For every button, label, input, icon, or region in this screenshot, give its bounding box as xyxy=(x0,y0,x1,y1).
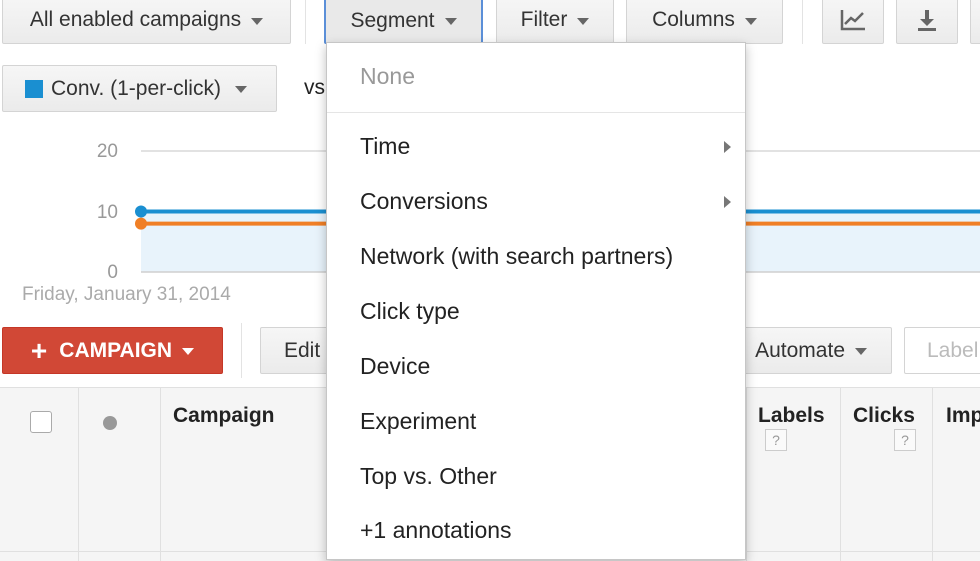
action-divider xyxy=(241,323,242,378)
chevron-right-icon xyxy=(724,140,731,153)
labels-column-header[interactable]: Labels xyxy=(758,404,825,428)
menu-divider xyxy=(327,112,745,113)
menu-item-label: Conversions xyxy=(360,188,488,214)
segment-menu: None Time Conversions Network (with sear… xyxy=(326,42,746,560)
chart-data-point[interactable] xyxy=(135,217,147,230)
chevron-down-icon xyxy=(577,17,590,25)
vs-label: vs xyxy=(304,76,325,99)
segment-menu-item-top-vs-other[interactable]: Top vs. Other xyxy=(327,449,745,504)
chevron-down-icon xyxy=(251,17,264,25)
menu-item-label: Click type xyxy=(360,298,460,324)
menu-item-label: Experiment xyxy=(360,408,477,434)
filter-label: Filter xyxy=(520,8,568,31)
column-divider xyxy=(932,387,933,561)
impressions-column-header[interactable]: Imp xyxy=(946,404,980,428)
chevron-right-icon xyxy=(724,195,731,208)
column-divider xyxy=(746,387,747,561)
chart-date-label: Friday, January 31, 2014 xyxy=(22,284,231,305)
segment-menu-item-device[interactable]: Device xyxy=(327,339,745,394)
column-divider xyxy=(78,387,79,561)
chevron-down-icon xyxy=(182,348,195,355)
toolbar-divider xyxy=(802,0,803,44)
menu-item-label: +1 annotations xyxy=(360,517,512,543)
column-divider xyxy=(160,387,161,561)
chart-toggle-button[interactable] xyxy=(822,0,884,44)
line-chart-icon xyxy=(840,10,865,31)
chart-data-point[interactable] xyxy=(135,205,147,218)
chevron-down-icon xyxy=(855,348,867,355)
menu-item-label: Top vs. Other xyxy=(360,463,497,489)
columns-label: Columns xyxy=(652,8,735,31)
select-all-checkbox[interactable] xyxy=(30,411,52,433)
plus-icon: + xyxy=(30,334,48,366)
automate-label: Automate xyxy=(755,338,845,362)
menu-item-label: Time xyxy=(360,133,411,159)
more-toolbar-button[interactable] xyxy=(970,0,980,44)
segment-menu-none[interactable]: None xyxy=(360,63,415,90)
segment-menu-item-network[interactable]: Network (with search partners) xyxy=(327,229,745,284)
metric-color-swatch xyxy=(25,79,43,98)
download-icon xyxy=(918,10,936,31)
chart-metric-dropdown[interactable]: Conv. (1-per-click) xyxy=(2,65,277,112)
add-campaign-button[interactable]: + CAMPAIGN xyxy=(2,327,223,374)
segment-menu-item-time[interactable]: Time xyxy=(327,119,745,174)
segment-menu-item-click-type[interactable]: Click type xyxy=(327,284,745,339)
chart-metric-label: Conv. (1-per-click) xyxy=(51,76,221,100)
segment-menu-item-conversions[interactable]: Conversions xyxy=(327,174,745,229)
edit-label: Edit xyxy=(284,338,321,362)
menu-item-label: Device xyxy=(360,353,431,379)
clicks-column-header[interactable]: Clicks xyxy=(853,404,915,428)
status-dot-icon xyxy=(103,416,117,430)
help-icon[interactable]: ? xyxy=(894,429,916,451)
labels-button[interactable]: Label xyxy=(904,327,980,374)
column-divider xyxy=(840,387,841,561)
segment-label: Segment xyxy=(350,8,435,32)
chevron-down-icon xyxy=(444,18,457,25)
chevron-down-icon xyxy=(234,86,247,93)
toolbar-divider xyxy=(305,0,306,44)
campaign-column-header[interactable]: Campaign xyxy=(173,404,275,428)
filter-button[interactable]: Filter xyxy=(496,0,614,44)
campaign-filter-label: All enabled campaigns xyxy=(29,8,242,31)
add-campaign-label: CAMPAIGN xyxy=(59,338,173,362)
segment-menu-item-experiment[interactable]: Experiment xyxy=(327,394,745,449)
segment-button[interactable]: Segment xyxy=(324,0,483,44)
segment-menu-item-plus1-annotations[interactable]: +1 annotations xyxy=(327,503,745,558)
download-button[interactable] xyxy=(896,0,958,44)
campaign-filter-dropdown[interactable]: All enabled campaigns xyxy=(2,0,291,44)
menu-item-label: Network (with search partners) xyxy=(360,243,674,269)
help-icon[interactable]: ? xyxy=(765,429,787,451)
chevron-down-icon xyxy=(744,17,757,25)
columns-button[interactable]: Columns xyxy=(626,0,783,44)
labels-button-label: Label xyxy=(927,338,979,362)
